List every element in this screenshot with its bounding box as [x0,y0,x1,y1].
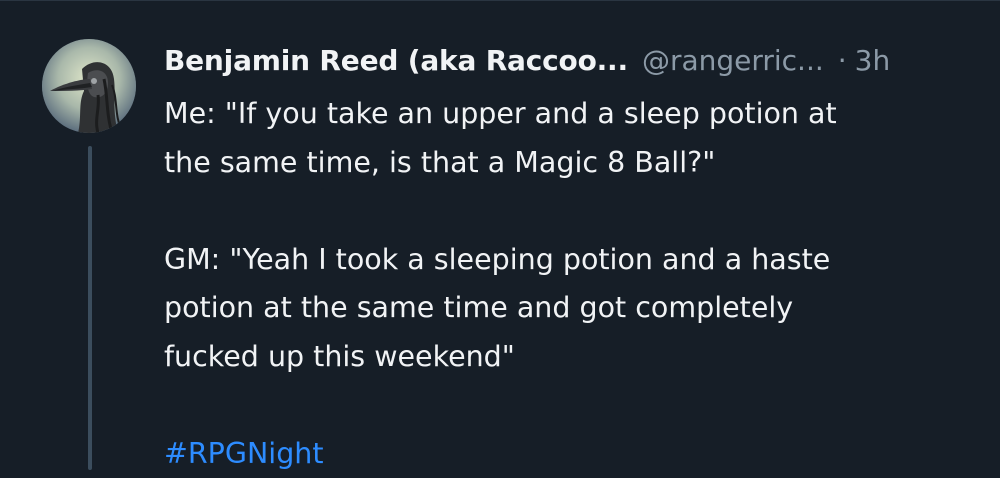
separator-dot: · [837,43,847,77]
post-text-line: GM: "Yeah I took a sleeping potion and a… [164,242,831,276]
post: Benjamin Reed (aka Raccoo... @rangerric.… [0,0,1000,470]
author-name[interactable]: Benjamin Reed (aka Raccoo... [164,44,628,77]
thread-line [88,146,92,470]
post-timestamp[interactable]: 3h [855,44,891,77]
avatar[interactable] [42,39,136,133]
author-handle[interactable]: @rangerric... [642,44,824,77]
post-header: Benjamin Reed (aka Raccoo... @rangerric.… [164,38,890,82]
post-text-line [164,187,974,236]
post-text-line: the same time, is that a Magic 8 Ball?" [164,145,716,179]
divider [0,0,1000,1]
post-text-line: Me: "If you take an upper and a sleep po… [164,97,837,130]
post-text: Me: "If you take an upper and a sleep po… [164,90,974,478]
post-text-line: fucked up this weekend" [164,339,515,373]
hashtag-link[interactable]: #RPGNight [164,437,324,470]
plague-doctor-avatar-icon [42,39,136,133]
post-text-line: potion at the same time and got complete… [164,291,794,324]
post-spacer [164,381,974,430]
